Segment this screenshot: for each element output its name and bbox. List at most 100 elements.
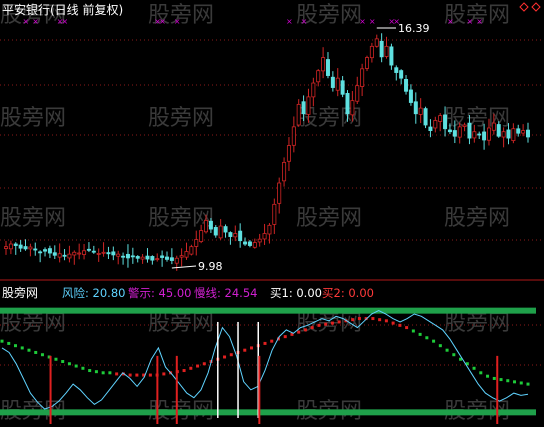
- candle-down: [228, 232, 233, 237]
- candle-down: [428, 126, 433, 131]
- slow-line-dot-red: [317, 323, 321, 327]
- slow-line-dot-red: [148, 373, 152, 377]
- candle-up: [96, 252, 101, 255]
- watermark-text: 股旁网: [444, 311, 510, 336]
- candlestick-series: [4, 33, 531, 271]
- diamond-icon[interactable]: [519, 2, 529, 12]
- marker-x: ×: [359, 17, 366, 26]
- candle-down: [213, 227, 218, 236]
- candle-up: [306, 96, 311, 115]
- slow-line-dot-green: [61, 360, 65, 363]
- candle-up: [472, 131, 477, 139]
- slow-line-dot-red: [357, 317, 361, 321]
- candle-up: [257, 238, 262, 243]
- candle-up: [374, 38, 379, 47]
- candle-up: [204, 220, 209, 233]
- watermark-text: 股旁网: [0, 206, 66, 231]
- candle-up: [155, 258, 160, 261]
- slow-line-dot-red: [391, 321, 395, 325]
- slow-line-dot-red: [115, 372, 119, 376]
- slow-line-dot-red: [330, 321, 334, 325]
- candle-up: [272, 203, 277, 225]
- slow-line-dot-red: [337, 320, 341, 324]
- max-price-label: 16.39: [398, 22, 430, 35]
- marker-x: ×: [369, 17, 376, 26]
- candle-down: [413, 101, 418, 115]
- slow-line-dot-red: [283, 335, 287, 339]
- slow-line-dot-green: [34, 350, 38, 354]
- slow-line-dot-red: [182, 369, 186, 373]
- chart-title: 平安银行(日线 前复权): [2, 2, 123, 17]
- candle-down: [477, 133, 482, 136]
- slow-line-dot-red: [398, 323, 402, 327]
- candle-up: [140, 256, 145, 260]
- candle-up: [262, 233, 267, 240]
- candle-up: [189, 246, 194, 255]
- diamond-outline-icon[interactable]: [531, 2, 541, 12]
- slow-line-dot-green: [472, 366, 476, 370]
- candle-down: [121, 255, 126, 258]
- candle-down: [38, 251, 43, 254]
- slow-line-dot-red: [250, 346, 254, 350]
- marker-x: ×: [62, 17, 69, 26]
- candle-up: [184, 251, 189, 258]
- marker-x: ×: [301, 17, 308, 26]
- candle-up: [438, 115, 443, 122]
- candle-up: [433, 120, 438, 129]
- slow-line-dot-green: [101, 371, 105, 375]
- watermark-text: 股旁网: [296, 206, 362, 231]
- level-band: [0, 409, 536, 416]
- candle-down: [506, 129, 511, 139]
- candle-down: [340, 80, 345, 95]
- slow-line-dot-red: [351, 318, 355, 322]
- slow-line-dot-green: [108, 371, 112, 375]
- slow-line-dot-green: [74, 364, 78, 368]
- candle-down: [13, 243, 18, 246]
- marker-x: ×: [32, 17, 39, 26]
- candle-up: [28, 246, 33, 250]
- candle-up: [57, 253, 62, 258]
- slow-line-dot-green: [40, 353, 44, 357]
- candle-down: [482, 131, 487, 141]
- candle-down: [408, 89, 413, 103]
- candle-up: [179, 255, 184, 258]
- candle-down: [33, 248, 38, 251]
- candle-up: [174, 257, 179, 264]
- level-band: [0, 307, 536, 314]
- candle-up: [316, 70, 321, 83]
- candle-up: [384, 45, 389, 57]
- candle-down: [443, 114, 448, 130]
- slow-line-dot-red: [303, 328, 307, 332]
- slow-line-dot-green: [479, 371, 483, 375]
- slow-line-dot-red: [324, 322, 328, 326]
- candle-down: [125, 253, 130, 259]
- slow-line-dot-red: [202, 362, 206, 366]
- slow-line-dot-red: [405, 326, 409, 330]
- slow-line-dot-red: [135, 373, 139, 377]
- candle-up: [282, 162, 287, 182]
- candle-up: [501, 131, 506, 138]
- chart-canvas: 股旁网 股旁网 股旁网 股旁网股旁网 股旁网 股旁网 股旁网股旁网 股旁网 股旁网 股旁网股旁网股…: [0, 2, 544, 424]
- toolbar-icons[interactable]: [519, 2, 541, 12]
- marker-x: ×: [23, 17, 30, 26]
- candle-up: [291, 126, 296, 146]
- watermark-text: 股旁网: [148, 106, 214, 131]
- candle-up: [116, 253, 121, 257]
- candle-up: [194, 239, 199, 247]
- candle-down: [330, 76, 335, 88]
- candle-up: [462, 124, 467, 127]
- slow-line-dot-green: [452, 353, 456, 357]
- candle-down: [52, 252, 57, 256]
- candle-down: [345, 92, 350, 115]
- candle-up: [72, 251, 77, 256]
- watermark-text: 股旁网: [0, 311, 66, 336]
- legend-item: 买2: 0.00: [322, 286, 374, 300]
- candle-down: [47, 248, 52, 254]
- candle-down: [43, 249, 48, 252]
- candle-up: [457, 126, 462, 138]
- slow-line-dot-green: [411, 329, 415, 333]
- candle-down: [169, 257, 174, 261]
- candle-down: [135, 256, 140, 259]
- candle-down: [62, 254, 67, 257]
- slow-line-dot-red: [297, 330, 301, 334]
